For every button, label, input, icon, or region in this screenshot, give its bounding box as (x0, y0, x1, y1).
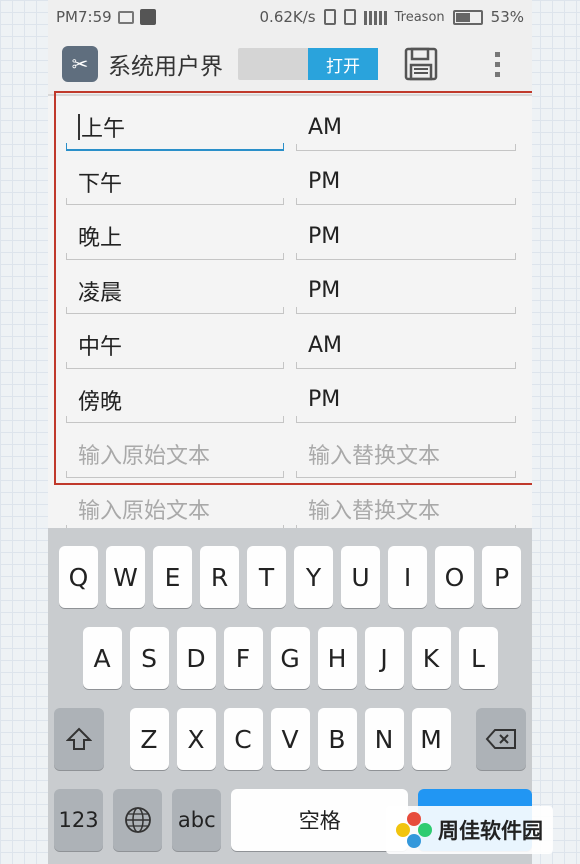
key-x[interactable]: X (176, 708, 216, 770)
shift-icon (66, 727, 92, 750)
watermark-text: 周佳软件园 (438, 819, 543, 843)
key-m[interactable]: M (411, 708, 451, 770)
watermark-logo-icon (396, 812, 432, 848)
replacement-text-input[interactable]: 输入替换文本 (296, 427, 516, 482)
battery-icon (452, 9, 483, 25)
list-item: 中午 AM (48, 318, 532, 373)
key-j[interactable]: J (364, 627, 404, 689)
replacement-text-field[interactable]: AM (296, 318, 516, 373)
original-text-field[interactable]: 下午 (66, 155, 284, 210)
image-notification-icon (117, 10, 134, 24)
overflow-menu-icon[interactable] (495, 51, 500, 77)
globe-key[interactable] (113, 789, 163, 851)
battery-percent: 53% (490, 8, 524, 26)
key-n[interactable]: N (364, 708, 404, 770)
key-u[interactable]: U (341, 546, 380, 608)
list-item: 上午 AM (48, 100, 532, 155)
original-text-field[interactable]: 晚上 (66, 209, 284, 264)
key-i[interactable]: I (388, 546, 427, 608)
replacement-text-field[interactable]: PM (296, 373, 516, 428)
list-item: 傍晚 PM (48, 373, 532, 428)
original-text-field[interactable]: 傍晚 (66, 373, 284, 428)
replacement-text-field[interactable]: PM (296, 264, 516, 319)
key-y[interactable]: Y (294, 546, 333, 608)
space-key[interactable]: 空格 (231, 789, 409, 851)
replacement-text-field[interactable]: PM (296, 209, 516, 264)
key-t[interactable]: T (247, 546, 286, 608)
key-s[interactable]: S (129, 627, 169, 689)
key-w[interactable]: W (106, 546, 145, 608)
key-b[interactable]: B (317, 708, 357, 770)
list-item: 凌晨 PM (48, 264, 532, 319)
signal-icon (363, 9, 387, 25)
carrier-name: Treason (394, 9, 445, 25)
list-item: 下午 PM (48, 155, 532, 210)
replacement-list: 上午 AM 下午 PM 晚上 PM 凌晨 PM 中午 AM 傍晚 PM 输入原始… (48, 96, 532, 536)
phone-screen: PM7:59 0.62K/s Treason 53% ✂ 系统用户界 打开 上午… (48, 0, 532, 864)
toggle-on-label: 打开 (308, 48, 378, 80)
abc-key[interactable]: abc (172, 789, 222, 851)
key-z[interactable]: Z (129, 708, 169, 770)
key-o[interactable]: O (435, 546, 474, 608)
status-bar: PM7:59 0.62K/s Treason 53% (48, 0, 532, 34)
watermark: 周佳软件园 (386, 806, 553, 854)
app-logo-icon: ✂ (62, 46, 98, 82)
key-g[interactable]: G (270, 627, 310, 689)
key-a[interactable]: A (82, 627, 122, 689)
globe-icon (124, 807, 151, 833)
list-item: 晚上 PM (48, 209, 532, 264)
text-caret (78, 114, 80, 141)
key-v[interactable]: V (270, 708, 310, 770)
key-e[interactable]: E (153, 546, 192, 608)
backspace-icon (485, 729, 516, 749)
original-text-field[interactable]: 中午 (66, 318, 284, 373)
backspace-key[interactable] (476, 708, 526, 770)
enable-toggle[interactable]: 打开 (238, 48, 378, 80)
app-bar: ✂ 系统用户界 打开 (48, 34, 532, 96)
numbers-key[interactable]: 123 (54, 789, 104, 851)
list-item: 输入原始文本 输入替换文本 (48, 427, 532, 482)
key-p[interactable]: P (482, 546, 521, 608)
key-d[interactable]: D (176, 627, 216, 689)
key-c[interactable]: C (223, 708, 263, 770)
key-h[interactable]: H (317, 627, 357, 689)
original-text-input[interactable]: 输入原始文本 (66, 427, 284, 482)
key-q[interactable]: Q (59, 546, 98, 608)
vibrate-icon (323, 9, 336, 25)
replacement-text-field[interactable]: AM (296, 100, 516, 155)
original-text-field[interactable]: 上午 (66, 100, 284, 155)
sim-icon (343, 9, 356, 25)
key-r[interactable]: R (200, 546, 239, 608)
replacement-text-field[interactable]: PM (296, 155, 516, 210)
app-title: 系统用户界 (108, 54, 223, 80)
network-speed: 0.62K/s (259, 8, 316, 26)
save-icon[interactable] (404, 47, 438, 81)
shift-key[interactable] (54, 708, 104, 770)
key-k[interactable]: K (411, 627, 451, 689)
status-time: PM7:59 (56, 8, 112, 26)
key-f[interactable]: F (223, 627, 263, 689)
app-notification-icon (139, 9, 156, 25)
original-text-field[interactable]: 凌晨 (66, 264, 284, 319)
key-l[interactable]: L (458, 627, 498, 689)
